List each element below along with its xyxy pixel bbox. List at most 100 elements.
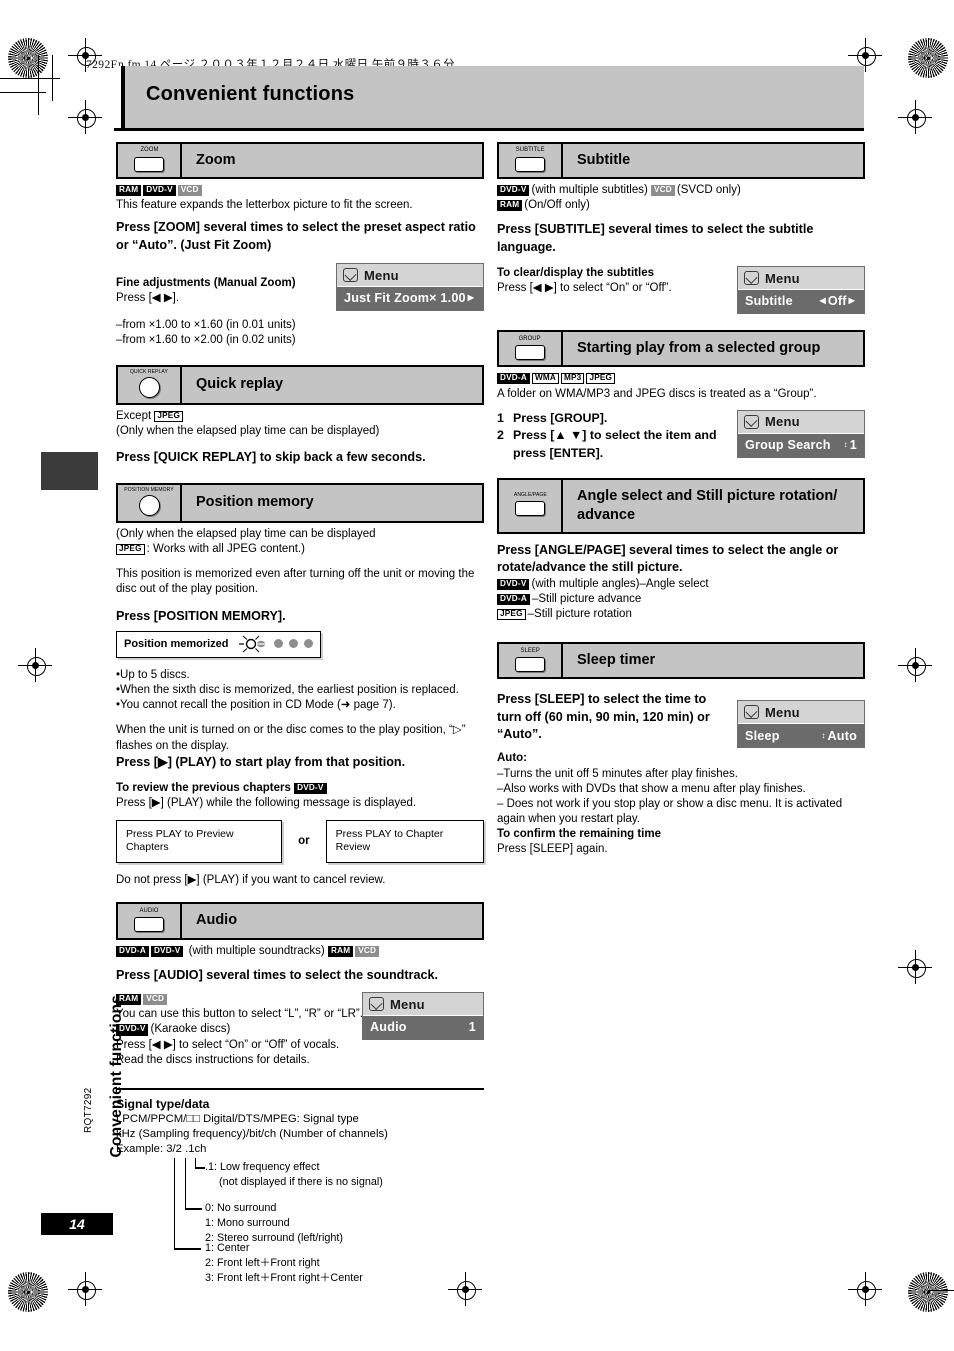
page-title: Convenient functions: [146, 83, 355, 105]
osd-menu-item: Sleep: [745, 728, 780, 743]
sleep-button-icon[interactable]: SLEEP: [499, 644, 563, 678]
subtitle-button-icon[interactable]: SUBTITLE: [499, 144, 563, 178]
tree-item: (not displayed if there is no signal): [219, 1175, 383, 1188]
sleep-instruction: Press [SLEEP] to select the time to turn…: [497, 692, 710, 742]
subtitle-button-caption: SUBTITLE: [515, 146, 545, 154]
star-registration-mark-bottom-right: [908, 1272, 948, 1312]
osd-menu-header: Menu: [337, 264, 483, 288]
tree-item: 1: Mono surround: [205, 1216, 290, 1229]
position-memory-button-icon[interactable]: POSITION MEMORY: [118, 484, 182, 521]
audio-lr-note: You can use this button to select “L”, “…: [116, 1008, 363, 1021]
badge-jpeg: JPEG: [497, 609, 526, 621]
quick-replay-except-label: Except: [116, 409, 152, 422]
tree-line: [185, 1157, 187, 1210]
osd-menu-header: Menu: [738, 701, 864, 725]
zoom-button-icon[interactable]: ZOOM: [118, 144, 182, 178]
osd-menu-header: Menu: [738, 410, 864, 434]
group-step-1-text: Press [GROUP].: [513, 410, 608, 425]
feature-title-position-memory: Position memory: [196, 494, 314, 511]
star-registration-mark-top-right: [908, 38, 948, 78]
group-button-icon[interactable]: GROUP: [499, 332, 563, 366]
review-message-1: Press PLAY to Preview Chapters: [116, 819, 283, 864]
feature-header-quick-replay: QUICK REPLAY Quick replay: [116, 364, 484, 405]
bullet-text: You cannot recall the position in CD Mod…: [120, 699, 396, 712]
audio-disc-note: (with multiple soundtracks): [188, 944, 325, 957]
tv-check-icon: [744, 705, 759, 720]
badge-dvda: DVD-A: [497, 593, 530, 605]
bullet-text: When the sixth disc is memorized, the ea…: [120, 684, 459, 697]
button-shape-round-icon: [138, 494, 160, 516]
disc-dot: [288, 639, 298, 649]
badge-wma: WMA: [531, 373, 559, 385]
disc-dot: [273, 639, 283, 649]
feature-title-zoom: Zoom: [196, 152, 236, 168]
badge-dvdv: DVD-V: [497, 185, 530, 197]
position-memorized-display: Position memorized: [116, 630, 321, 658]
tv-check-icon: [744, 414, 759, 429]
subtitle-instruction: Press [SUBTITLE] several times to select…: [497, 222, 814, 254]
tv-check-icon: [369, 997, 384, 1012]
feature-header-sleep: SLEEP Sleep timer: [497, 642, 865, 680]
group-step-2-number: 2: [497, 428, 504, 443]
osd-menu-value: 1: [468, 1020, 476, 1035]
quick-replay-button-icon[interactable]: QUICK REPLAY: [118, 366, 182, 403]
badge-vcd: VCD: [355, 945, 380, 957]
right-column: SUBTITLE Subtitle DVD-V (with multiple su…: [497, 142, 865, 858]
up-down-arrow-icon: ↕: [843, 439, 848, 449]
badge-jpeg: JPEG: [586, 373, 616, 385]
osd-menu-title: Menu: [765, 270, 800, 286]
button-shape-rect-icon: [134, 156, 164, 172]
quick-replay-except-line: Except JPEG: [116, 409, 484, 424]
angle-note-3: –Still picture rotation: [527, 608, 632, 621]
review-message-or: or: [298, 834, 310, 847]
osd-menu-item: Subtitle: [745, 294, 793, 309]
feature-title-subtitle: Subtitle: [577, 152, 631, 168]
osd-menu-value: 1: [849, 437, 857, 452]
position-memory-play-instruction: Press [▶] (PLAY) to start play from that…: [116, 754, 406, 769]
feature-header-audio: AUDIO Audio: [116, 902, 484, 940]
audio-button-caption: AUDIO: [139, 906, 159, 914]
badge-dvdv: DVD-V: [294, 783, 327, 795]
osd-menu-title: Menu: [765, 704, 800, 720]
subtitle-note-svcd: (SVCD only): [676, 184, 741, 197]
audio-karaoke-note: (Karaoke discs): [150, 1023, 231, 1036]
position-memory-bullet: •When the sixth disc is memorized, the e…: [116, 684, 459, 697]
sleep-confirm-heading: To confirm the remaining time: [497, 828, 661, 841]
audio-button-icon[interactable]: AUDIO: [118, 904, 182, 938]
tree-line: [174, 1248, 201, 1250]
zoom-button-caption: ZOOM: [139, 146, 159, 154]
osd-menu-row: Audio 1: [363, 1016, 483, 1040]
feature-header-position-memory: POSITION MEMORY Position memory: [116, 482, 484, 523]
zoom-range-2: –from ×1.60 to ×2.00 (in 0.02 units): [116, 334, 296, 347]
crop-mark-bottom-center: [448, 1272, 482, 1306]
subtitle-note-multi: (with multiple subtitles): [531, 184, 648, 197]
crop-line: [0, 92, 46, 93]
feature-title-group: Starting play from a selected group: [577, 340, 821, 357]
audio-karaoke-line: DVD-V (Karaoke discs): [116, 1022, 366, 1037]
chevron-right-icon: ▶: [848, 296, 855, 306]
osd-menu-group: Menu Group Search ↕ 1: [737, 409, 865, 458]
signal-line-3: Example: 3/2 .1ch: [116, 1142, 207, 1155]
group-note: A folder on WMA/MP3 and JPEG discs is tr…: [497, 387, 817, 400]
review-heading-line: To review the previous chapters DVD-V: [116, 781, 484, 796]
review-message-2: Press PLAY to Chapter Review: [325, 819, 484, 864]
title-underline: [114, 128, 864, 131]
osd-menu-row: Sleep ↕ Auto: [738, 724, 864, 748]
feature-header-subtitle: SUBTITLE Subtitle: [497, 142, 865, 180]
crop-line: [38, 55, 39, 115]
group-step-2-text: Press [▲ ▼] to select the item and press…: [513, 428, 717, 460]
review-heading: To review the previous chapters: [116, 782, 291, 795]
audio-karaoke-press: Press [◀ ▶] to select “On” or “Off” of v…: [116, 1038, 340, 1051]
badge-ram: RAM: [116, 185, 142, 197]
badge-ram: RAM: [327, 945, 354, 957]
group-step-2: 2 Press [▲ ▼] to select the item and pre…: [497, 427, 725, 462]
sleep-button-caption: SLEEP: [520, 646, 540, 654]
sleep-auto-note-1: –Turns the unit off 5 minutes after play…: [497, 767, 738, 780]
badge-jpeg: JPEG: [116, 544, 145, 556]
feature-title-angle: Angle select and Still picture rotation/…: [577, 487, 838, 523]
angle-page-button-icon[interactable]: ANGLE/PAGE: [499, 479, 563, 532]
osd-menu-item: Just Fit Zoom: [344, 291, 430, 306]
zoom-range-1: –from ×1.00 to ×1.60 (in 0.01 units): [116, 319, 296, 332]
tree-item: .1: Low frequency effect: [205, 1160, 320, 1173]
review-press: Press [▶] (PLAY) while the following mes…: [116, 797, 417, 810]
